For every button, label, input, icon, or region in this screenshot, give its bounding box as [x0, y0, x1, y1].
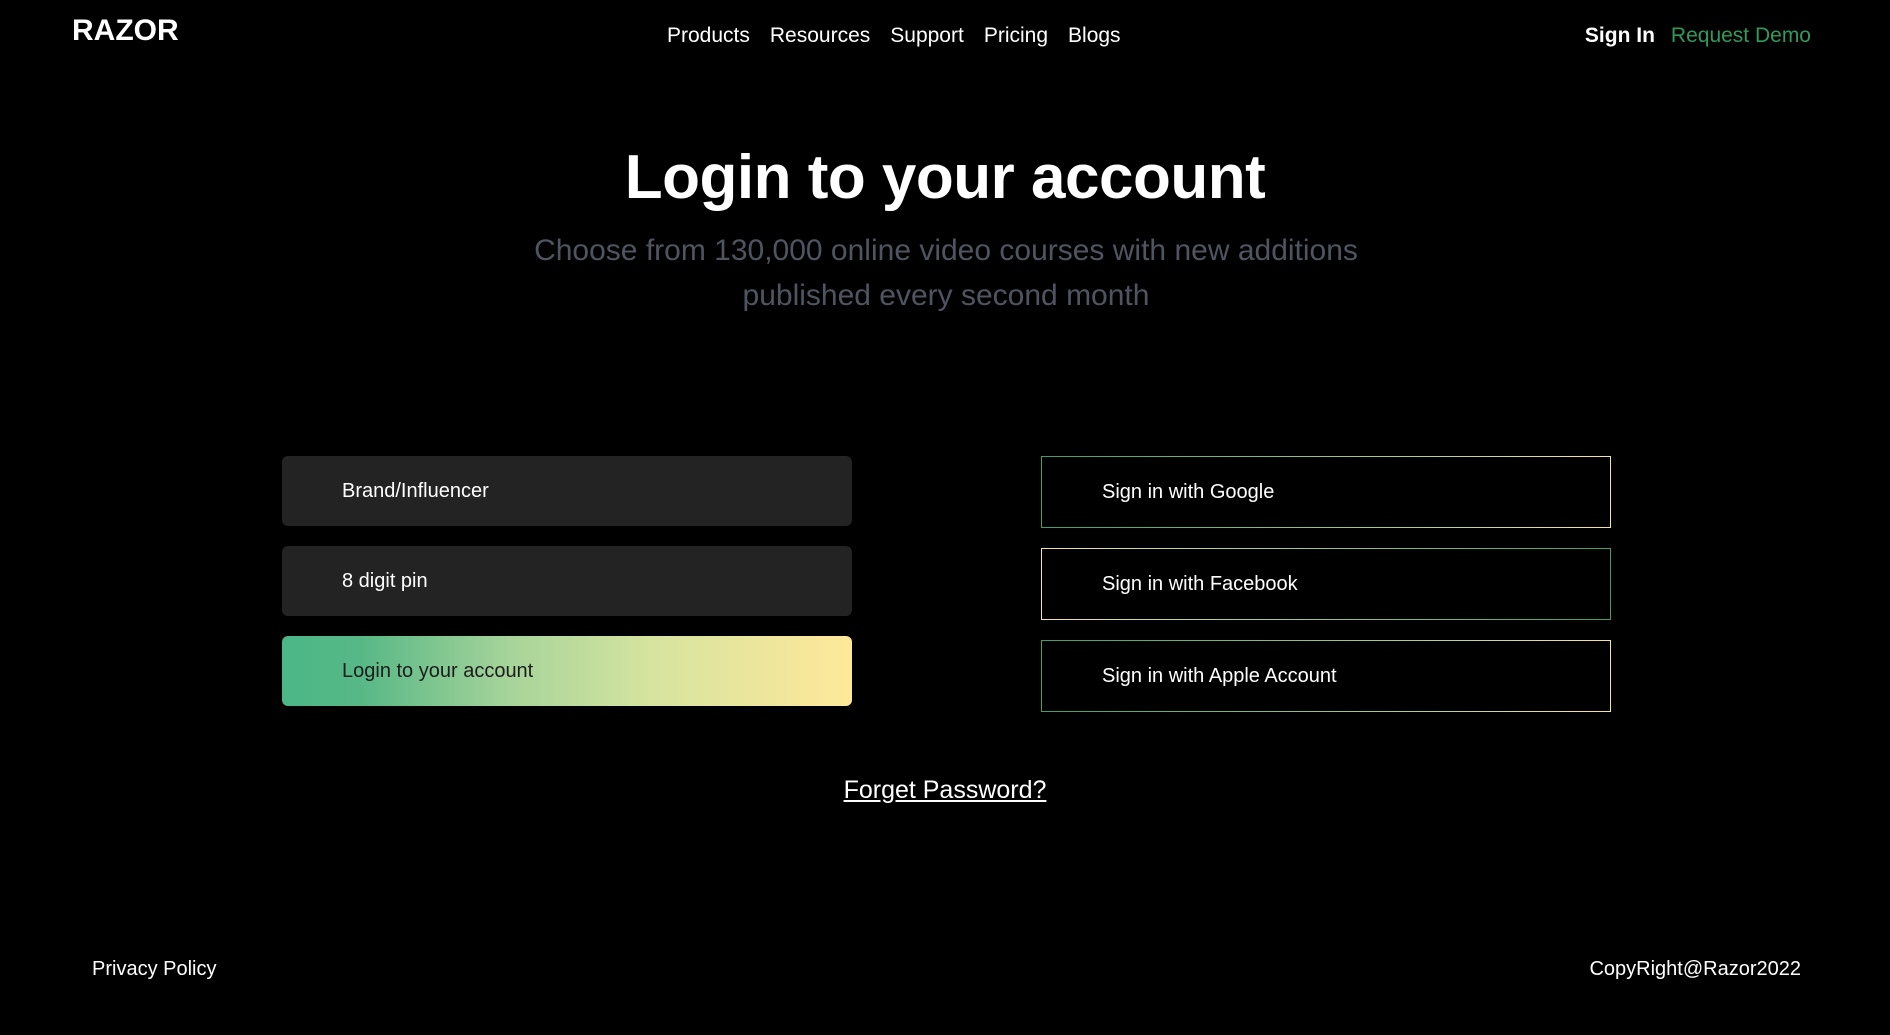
nav-resources[interactable]: Resources [770, 24, 870, 48]
main-nav: Products Resources Support Pricing Blogs [667, 24, 1121, 48]
login-page: RAZOR Products Resources Support Pricing… [0, 0, 1890, 1035]
brand-logo[interactable]: RAZOR [72, 14, 179, 48]
auth-links: Sign In Request Demo [1585, 24, 1811, 48]
nav-pricing[interactable]: Pricing [984, 24, 1048, 48]
facebook-signin-button[interactable]: Sign in with Facebook [1041, 548, 1611, 620]
forget-password: Forget Password? [0, 776, 1890, 805]
pin-input[interactable]: 8 digit pin [282, 546, 852, 616]
page-subtitle: Choose from 130,000 online video courses… [534, 234, 1358, 312]
google-signin-button[interactable]: Sign in with Google [1041, 456, 1611, 528]
nav-products[interactable]: Products [667, 24, 750, 48]
sign-in-link[interactable]: Sign In [1585, 24, 1655, 48]
nav-support[interactable]: Support [890, 24, 964, 48]
apple-signin-button[interactable]: Sign in with Apple Account [1041, 640, 1611, 712]
login-button[interactable]: Login to your account [282, 636, 852, 706]
forget-password-link[interactable]: Forget Password? [844, 776, 1047, 804]
copyright-text: CopyRight@Razor2022 [1589, 958, 1801, 980]
role-input[interactable]: Brand/Influencer [282, 456, 852, 526]
page-title: Login to your account [624, 143, 1266, 212]
privacy-policy-link[interactable]: Privacy Policy [92, 958, 216, 981]
request-demo-link[interactable]: Request Demo [1671, 24, 1811, 48]
nav-blogs[interactable]: Blogs [1068, 24, 1121, 48]
